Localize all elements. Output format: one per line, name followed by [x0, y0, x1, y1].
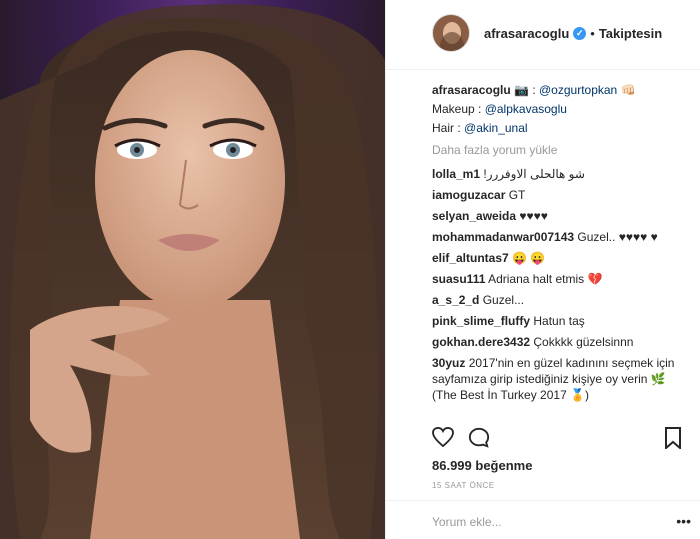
- bookmark-icon[interactable]: [664, 427, 682, 452]
- add-comment-bar: Yorum ekle... •••: [386, 500, 700, 539]
- caption-makeup-label: Makeup :: [432, 102, 485, 116]
- verified-badge-icon: ✓: [573, 27, 587, 40]
- comment-text: Adriana halt etmis 💔: [488, 272, 603, 286]
- comment-username[interactable]: a_s_2_d: [432, 293, 479, 307]
- post-header: afrasaracoglu ✓ • Takiptesin: [386, 0, 700, 70]
- comment-item: elif_altuntas7 😛 😛: [432, 250, 687, 266]
- caption-link-hair[interactable]: @akin_unal: [464, 121, 528, 135]
- heart-icon[interactable]: [432, 426, 454, 450]
- comment-item: gokhan.dere3432 Çokkkk güzelsinnn: [432, 334, 687, 350]
- post-image[interactable]: [0, 0, 385, 539]
- header-username[interactable]: afrasaracoglu: [484, 26, 569, 41]
- likes-count[interactable]: 86.999 beğenme: [432, 458, 532, 473]
- post-timestamp: 15 SAAT ÖNCE: [432, 481, 495, 490]
- comment-item: a_s_2_d Guzel...: [432, 292, 687, 308]
- comment-item: lolla_m1 !شو هالحلى الاوفررر: [432, 166, 687, 182]
- comment-item: pink_slime_fluffy Hatun taş: [432, 313, 687, 329]
- comment-text: 2017'nin en güzel kadınını seçmek için s…: [432, 356, 675, 402]
- comment-username[interactable]: iamoguzacar: [432, 188, 505, 202]
- comment-item: suasu111 Adriana halt etmis 💔: [432, 271, 687, 287]
- comment-username[interactable]: gokhan.dere3432: [432, 335, 530, 349]
- caption-link-photographer[interactable]: @ozgurtopkan: [539, 83, 617, 97]
- comment-username[interactable]: 30yuz: [432, 356, 465, 370]
- caption-hair-label: Hair :: [432, 121, 465, 135]
- avatar[interactable]: [432, 14, 470, 52]
- comment-icon[interactable]: [468, 427, 490, 452]
- comment-item: mohammadanwar007143 Guzel.. ♥♥♥♥ ♥: [432, 229, 687, 245]
- comment-item: 30yuz 2017'nin en güzel kadınını seçmek …: [432, 355, 687, 403]
- comment-text: 😛 😛: [512, 251, 546, 265]
- caption-makeup: Makeup : @alpkavasoglu: [432, 101, 687, 117]
- comment-input[interactable]: Yorum ekle...: [432, 515, 502, 529]
- comment-text: Guzel...: [482, 293, 525, 307]
- comment-item: selyan_aweida ♥♥♥♥: [432, 208, 687, 224]
- comment-username[interactable]: suasu111: [432, 272, 485, 286]
- caption-hair: Hair : @akin_unal: [432, 120, 687, 136]
- comment-text: Guzel.. ♥♥♥♥ ♥: [577, 230, 658, 244]
- more-options-icon[interactable]: •••: [676, 513, 691, 529]
- caption-text: 📷 :: [514, 83, 539, 97]
- post-details-panel: afrasaracoglu ✓ • Takiptesin afrasaracog…: [385, 0, 700, 539]
- caption-emoji: 👊🏻: [617, 83, 636, 97]
- comments-list[interactable]: afrasaracoglu 📷 : @ozgurtopkan 👊🏻 Makeup…: [432, 82, 687, 422]
- comment-username[interactable]: lolla_m1: [432, 167, 480, 181]
- avatar-image: [433, 15, 469, 51]
- caption-link-makeup[interactable]: @alpkavasoglu: [485, 102, 567, 116]
- comment-text: !شو هالحلى الاوفررر: [483, 167, 585, 181]
- comment-username[interactable]: selyan_aweida: [432, 209, 516, 223]
- following-button[interactable]: Takiptesin: [599, 26, 662, 41]
- comment-text: Hatun taş: [533, 314, 585, 328]
- load-more-comments[interactable]: Daha fazla yorum yükle: [432, 142, 687, 158]
- caption: afrasaracoglu 📷 : @ozgurtopkan 👊🏻: [432, 82, 687, 98]
- comment-username[interactable]: mohammadanwar007143: [432, 230, 574, 244]
- header-text: afrasaracoglu ✓ • Takiptesin: [484, 26, 662, 41]
- caption-username[interactable]: afrasaracoglu: [432, 83, 511, 97]
- comment-text: ♥♥♥♥: [519, 209, 548, 223]
- portrait-illustration: [0, 4, 385, 539]
- comment-text: Çokkkk güzelsinnn: [533, 335, 634, 349]
- post-actions: [432, 426, 687, 452]
- comment-username[interactable]: pink_slime_fluffy: [432, 314, 530, 328]
- comment-username[interactable]: elif_altuntas7: [432, 251, 509, 265]
- comment-text: GT: [508, 188, 526, 202]
- separator: •: [590, 26, 595, 41]
- comment-item: iamoguzacar GT: [432, 187, 687, 203]
